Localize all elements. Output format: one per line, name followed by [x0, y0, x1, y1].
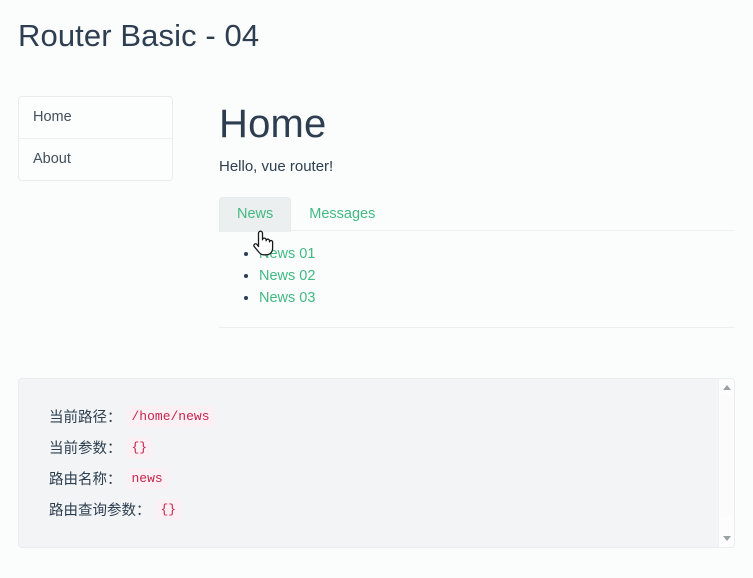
scroll-down-button[interactable]: [719, 531, 734, 546]
main-subtitle: Hello, vue router!: [219, 152, 735, 178]
news-link-01[interactable]: News 01: [259, 246, 315, 262]
main-content: Home Hello, vue router! NewsMessages New…: [219, 96, 735, 328]
route-info-panel: 当前路径： /home/news 当前参数： {} 路由名称： news 路由查…: [18, 378, 735, 548]
info-row-route-query: 路由查询参数： {}: [49, 494, 734, 525]
tab-news[interactable]: News: [219, 197, 291, 232]
sidebar-item-about[interactable]: About: [19, 139, 172, 180]
info-value-current-path: /home/news: [127, 406, 215, 427]
panel-scrollbar[interactable]: [718, 379, 734, 547]
route-info-list: 当前路径： /home/news 当前参数： {} 路由名称： news 路由查…: [19, 379, 734, 525]
info-value-route-name: news: [127, 468, 168, 489]
info-value-current-params: {}: [127, 437, 153, 458]
list-item: News 03: [259, 287, 735, 309]
chevron-up-icon: [723, 385, 731, 390]
tab-bar: NewsMessages: [219, 197, 735, 231]
info-row-current-path: 当前路径： /home/news: [49, 401, 734, 432]
scrollbar-thumb[interactable]: [720, 395, 733, 517]
main-heading: Home: [219, 96, 735, 152]
info-label-route-name: 路由名称：: [49, 468, 122, 489]
info-value-route-query: {}: [156, 499, 182, 520]
list-item: News 01: [259, 243, 735, 265]
list-item: News 02: [259, 265, 735, 287]
info-label-current-path: 当前路径：: [49, 406, 122, 427]
info-row-current-params: 当前参数： {}: [49, 432, 734, 463]
info-row-route-name: 路由名称： news: [49, 463, 734, 494]
news-link-03[interactable]: News 03: [259, 290, 315, 306]
content-divider: [219, 327, 735, 328]
scrollbar-track[interactable]: [719, 395, 734, 531]
news-list: News 01 News 02 News 03: [219, 243, 735, 309]
sidebar-nav: Home About: [18, 96, 173, 181]
sidebar-item-home[interactable]: Home: [19, 97, 172, 139]
info-label-current-params: 当前参数：: [49, 437, 122, 458]
info-label-route-query: 路由查询参数：: [49, 499, 151, 520]
scroll-up-button[interactable]: [719, 380, 734, 395]
page-title: Router Basic - 04: [18, 14, 259, 58]
tab-messages[interactable]: Messages: [291, 197, 393, 232]
news-link-02[interactable]: News 02: [259, 268, 315, 284]
chevron-down-icon: [723, 536, 731, 541]
